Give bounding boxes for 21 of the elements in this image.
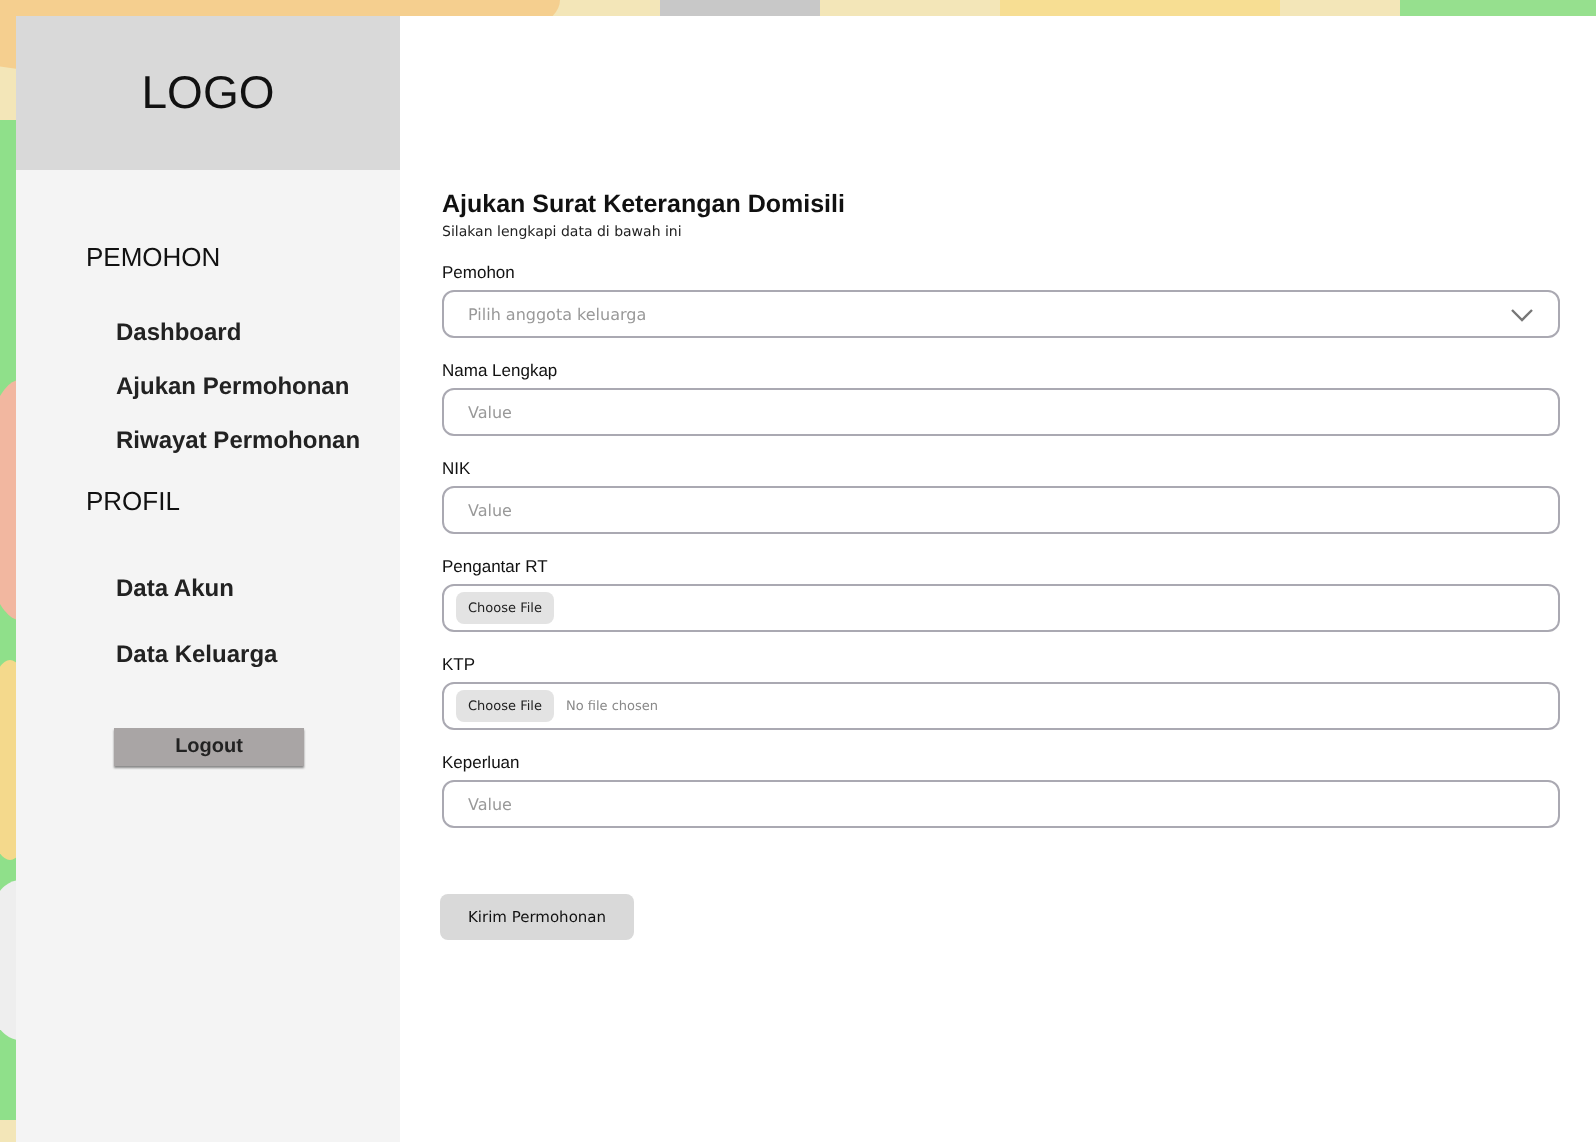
field-label: Keperluan (442, 752, 522, 772)
field-label: Pengantar RT (442, 556, 550, 576)
logo: LOGO (141, 66, 275, 120)
nav-link[interactable]: Ajukan Permohonan (116, 372, 400, 400)
nav-link[interactable]: Data Akun (116, 574, 400, 602)
input-field[interactable]: Value (442, 388, 1560, 436)
input-field[interactable]: Value (442, 780, 1560, 828)
chevron-down-icon (1510, 307, 1534, 321)
nav-link[interactable]: Data Keluarga (116, 640, 400, 668)
section-heading: PROFIL (86, 486, 182, 516)
form-title: Ajukan Surat Keterangan Domisili (442, 190, 847, 218)
field-label: NIK (442, 458, 473, 478)
nav-link[interactable]: Dashboard (116, 318, 400, 346)
logout-button[interactable]: Logout (114, 728, 304, 766)
nav-link[interactable]: Riwayat Permohonan (116, 426, 400, 454)
input-field[interactable]: Value (442, 486, 1560, 534)
field-label: Nama Lengkap (442, 360, 560, 380)
section-heading: PEMOHON (86, 242, 223, 272)
field-label: KTP (442, 654, 478, 674)
field-label: Pemohon (442, 262, 517, 282)
placeholder-text: Pilih anggota keluarga (468, 305, 647, 323)
